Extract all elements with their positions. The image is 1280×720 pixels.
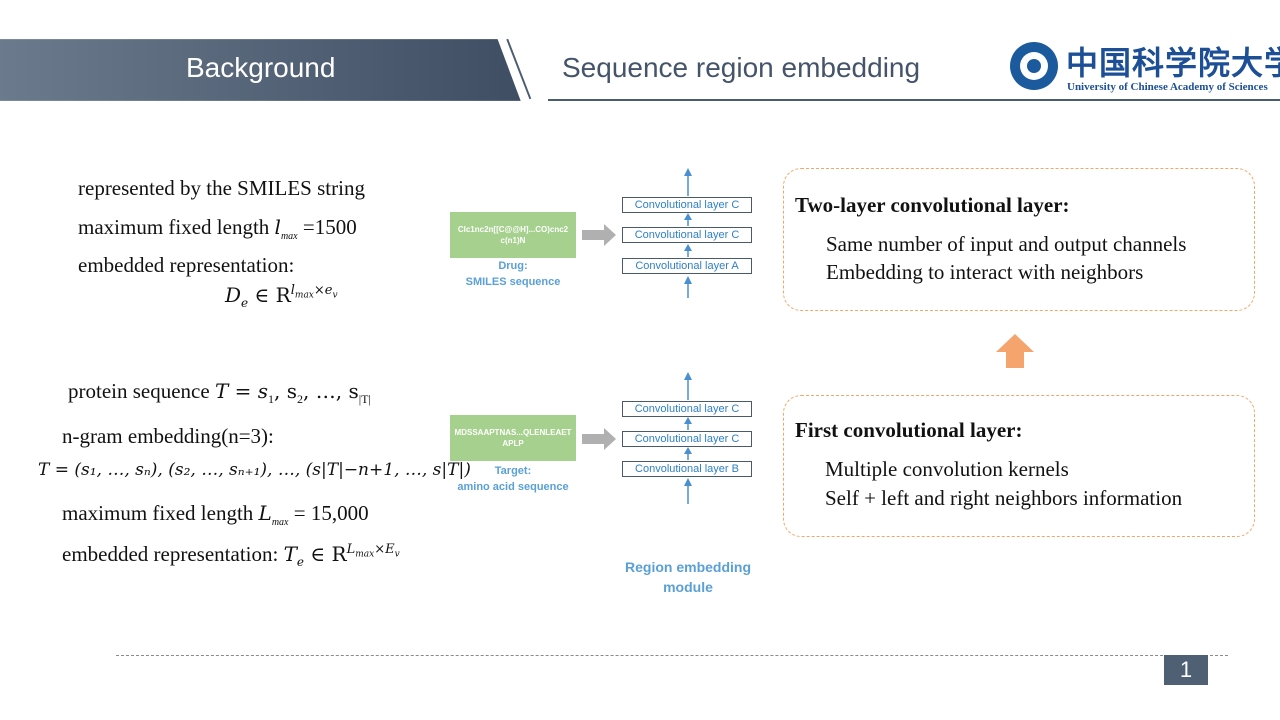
protein-ellipsis-s: , …, s	[303, 379, 359, 403]
seal-core	[1027, 59, 1041, 73]
first-layer-heading: First convolutional layer:	[795, 418, 1023, 442]
formula-D-exponent: lmax×ev	[291, 283, 338, 301]
target-caption-1: Target:	[494, 465, 532, 477]
drug-right-arrow-icon	[582, 224, 616, 246]
Lmax-sub: max	[271, 517, 289, 529]
drug-input-box: Clc1nc2n[[C@@H]...CO)cnc2 c(n1)N	[450, 212, 576, 258]
target-caption-2: amino acid sequence	[457, 480, 569, 493]
exp-max2: max	[355, 549, 375, 560]
protein-line-5-label: embedded representation:	[62, 542, 279, 566]
section-title: Background	[186, 52, 336, 83]
drug-embedding-formula: De ∈ Rlmax×ev	[225, 283, 338, 310]
protein-line-4: maximum fixed length Lmax = 15,000	[62, 501, 369, 528]
drug-line-2: maximum fixed length lmax =1500	[78, 215, 357, 242]
up-arrow-icon	[996, 334, 1034, 368]
formula-in-R: ∈ R	[248, 283, 291, 307]
formula-in-R2: ∈ R	[304, 542, 347, 566]
protein-embedding-formula: Te ∈ RLmax×Ev	[283, 542, 400, 569]
protein-line-1: protein sequence T = s1, s2, …, s|T|	[68, 379, 371, 407]
module-caption: Region embedding module	[612, 557, 764, 598]
target-input-box: MDSSAAPTNAS...QLENLEAET APLP	[450, 415, 576, 461]
page-number: 1	[1164, 655, 1208, 685]
two-layer-line-1: Same number of input and output channels	[826, 232, 1187, 256]
protein-T-s: T = s	[214, 379, 269, 403]
Lmax-var: L	[258, 501, 272, 525]
target-flow-arrows-icon	[684, 372, 692, 504]
exp-e: ×e	[313, 283, 333, 299]
protein-line-4-post: = 15,000	[288, 501, 369, 525]
formula-T-sub: e	[296, 555, 305, 569]
exp-max: max	[294, 290, 314, 301]
module-caption-2: module	[663, 579, 713, 596]
drug-flow-arrows-icon	[684, 168, 692, 298]
two-layer-heading: Two-layer convolutional layer:	[795, 193, 1070, 217]
formula-D: D	[225, 283, 242, 307]
formula-T-exponent: Lmax×Ev	[346, 542, 400, 560]
protein-comma-s: , s	[274, 379, 298, 403]
drug-caption-1: Drug:	[498, 260, 528, 272]
module-caption-1: Region embedding	[625, 559, 751, 575]
lmax-sub: max	[280, 231, 298, 243]
drug-line-3: embedded representation:	[78, 253, 295, 277]
two-layer-line-2: Embedding to interact with neighbors	[826, 260, 1144, 284]
first-layer-line-2: Self + left and right neighbors informat…	[825, 486, 1183, 510]
exp-v: v	[332, 290, 338, 301]
sub-T: |T|	[358, 392, 371, 407]
slide-title: Sequence region embedding	[562, 52, 921, 83]
exp-L: L	[346, 542, 356, 558]
target-caption: Target: amino acid sequence	[440, 464, 586, 496]
exp-v2: v	[394, 549, 400, 560]
drug-line-1: represented by the SMILES string	[78, 176, 365, 200]
drug-caption: Drug: SMILES sequence	[440, 259, 586, 291]
formula-T: T	[283, 542, 297, 566]
protein-pre: protein sequence	[68, 379, 215, 403]
logo-english-name: University of Chinese Academy of Science…	[1067, 81, 1268, 93]
exp-E: ×E	[374, 542, 395, 558]
drug-line-2-pre: maximum fixed length	[78, 215, 275, 239]
ngram-formula: T = (s₁, …, sₙ), (s₂, …, sₙ₊₁), …, (s|T|…	[38, 460, 471, 480]
drug-caption-2: SMILES sequence	[465, 275, 561, 288]
protein-line-4-pre: maximum fixed length	[62, 501, 259, 525]
logo-chinese-name: 中国科学院大学	[1066, 44, 1280, 82]
protein-line-2: n-gram embedding(n=3):	[62, 424, 274, 448]
drug-line-2-post: =1500	[297, 215, 357, 239]
first-layer-line-1: Multiple convolution kernels	[825, 457, 1069, 481]
footer-divider	[116, 655, 1228, 656]
target-right-arrow-icon	[582, 428, 616, 450]
protein-line-5: embedded representation: Te ∈ RLmax×Ev	[62, 542, 400, 569]
header-underline	[548, 99, 1280, 101]
